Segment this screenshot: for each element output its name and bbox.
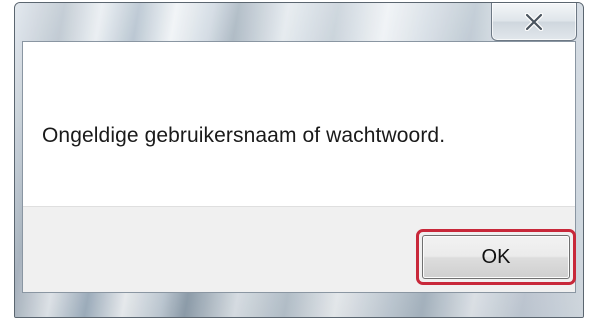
- error-message: Ongeldige gebruikersnaam of wachtwoord.: [42, 124, 446, 147]
- ok-button[interactable]: OK: [422, 235, 570, 279]
- close-icon: [524, 12, 544, 31]
- close-button[interactable]: [491, 3, 577, 41]
- button-bar: OK: [23, 206, 576, 292]
- dialog-content: Ongeldige gebruikersnaam of wachtwoord. …: [22, 41, 576, 293]
- message-area: Ongeldige gebruikersnaam of wachtwoord.: [23, 42, 575, 206]
- message-dialog: Ongeldige gebruikersnaam of wachtwoord. …: [14, 2, 584, 318]
